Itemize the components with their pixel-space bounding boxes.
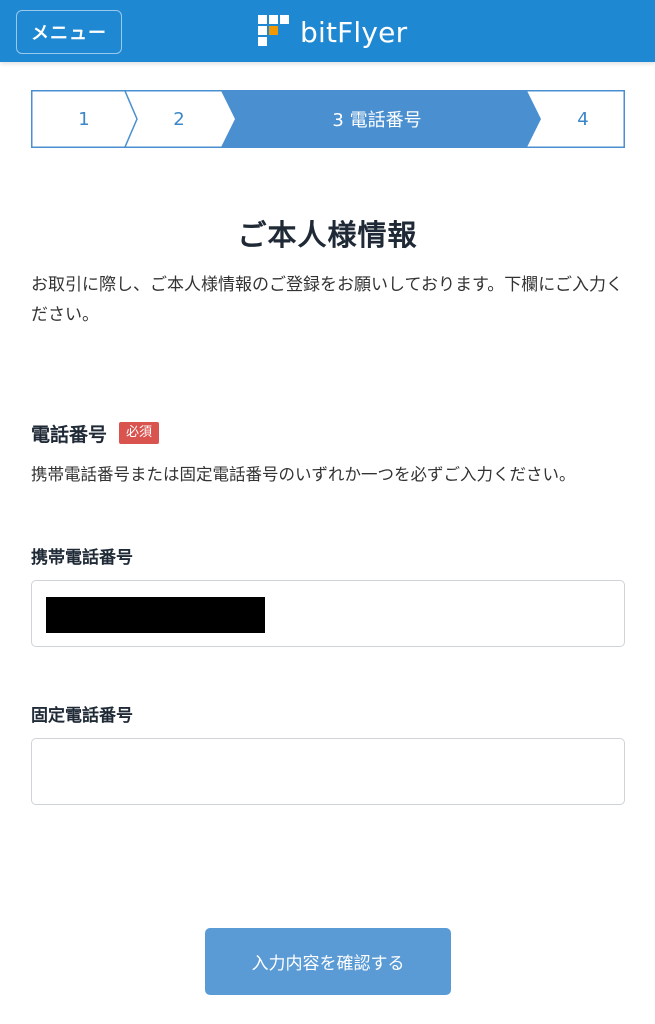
bitflyer-logo[interactable]: bitFlyer xyxy=(258,15,407,49)
step-2: 2 xyxy=(173,108,185,130)
required-badge: 必須 xyxy=(119,422,160,444)
step-1: 1 xyxy=(78,108,90,130)
redacted-value xyxy=(46,597,265,633)
phone-section-title: 電話番号 xyxy=(31,423,108,446)
step-3-active: 3 電話番号 xyxy=(332,110,422,131)
landline-phone-label: 固定電話番号 xyxy=(31,706,133,726)
phone-note: 携帯電話番号または固定電話番号のいずれか一つを必ずご入力ください。 xyxy=(31,465,576,484)
app-header: メニュー bitFlyer xyxy=(0,0,655,62)
step-4: 4 xyxy=(577,108,589,130)
mobile-phone-label: 携帯電話番号 xyxy=(31,548,133,568)
landline-phone-input[interactable] xyxy=(31,738,625,805)
menu-button[interactable]: メニュー xyxy=(16,10,122,54)
phone-section-header: 電話番号 必須 xyxy=(31,420,160,446)
intro-text: お取引に際し、ご本人様情報のご登録をお願いしております。下欄にご入力ください。 xyxy=(31,275,623,325)
confirm-button[interactable]: 入力内容を確認する xyxy=(205,928,451,995)
bitflyer-logo-icon xyxy=(258,15,289,46)
page-title: ご本人様情報 xyxy=(237,218,418,252)
brand-name: bitFlyer xyxy=(300,15,408,49)
progress-stepper: 1 2 3 電話番号 4 xyxy=(31,90,625,148)
